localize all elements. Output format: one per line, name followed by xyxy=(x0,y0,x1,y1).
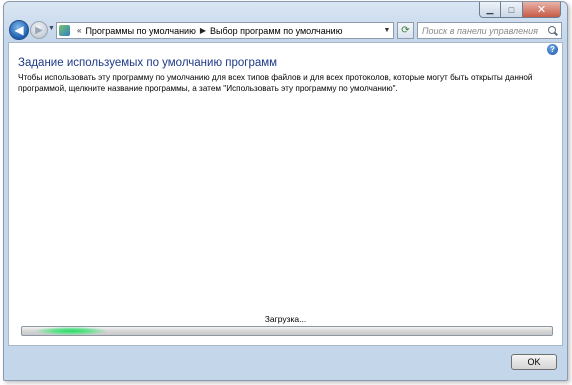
breadcrumb-item-default-programs[interactable]: Программы по умолчанию xyxy=(85,26,195,36)
search-icon[interactable] xyxy=(548,25,558,36)
recent-pages-dropdown[interactable]: ▼ xyxy=(48,25,55,32)
chevron-down-icon: ▼ xyxy=(48,25,55,32)
breadcrumb-item-set-default-programs[interactable]: Выбор программ по умолчанию xyxy=(210,26,342,36)
chevron-down-icon: ▼ xyxy=(383,27,391,34)
address-dropdown-button[interactable]: ▼ xyxy=(381,23,393,38)
caption-buttons: ▁ □ ✕ xyxy=(479,2,561,18)
refresh-icon: ⟳ xyxy=(401,25,410,36)
progress-indicator xyxy=(36,327,106,335)
control-panel-icon xyxy=(59,25,70,36)
navigation-bar: ◀ ▶ ▼ « Программы по умолчанию ▶ Выбор п… xyxy=(8,20,563,42)
maximize-button[interactable]: □ xyxy=(501,2,523,18)
content-pane: ? Задание используемых по умолчанию прог… xyxy=(8,42,563,346)
loading-label: Загрузка... xyxy=(264,314,307,324)
refresh-button[interactable]: ⟳ xyxy=(397,22,414,39)
breadcrumb-overflow[interactable]: « xyxy=(77,26,81,35)
arrow-right-icon: ▶ xyxy=(35,24,43,36)
progress-bar xyxy=(21,326,553,336)
page-description: Чтобы использовать эту программу по умол… xyxy=(18,73,533,93)
search-placeholder: Поиск в панели управления xyxy=(422,25,538,36)
page-title: Задание используемых по умолчанию програ… xyxy=(18,57,278,69)
control-panel-window: ▁ □ ✕ ◀ ▶ ▼ « Программы по умолчанию ▶ В… xyxy=(3,1,568,381)
breadcrumb-separator[interactable]: ▶ xyxy=(200,26,206,35)
dialog-footer: OK xyxy=(8,346,563,378)
search-input[interactable]: Поиск в панели управления xyxy=(417,22,562,39)
back-button[interactable]: ◀ xyxy=(9,20,29,40)
arrow-left-icon: ◀ xyxy=(14,23,24,37)
forward-button[interactable]: ▶ xyxy=(30,21,48,39)
help-icon[interactable]: ? xyxy=(547,44,558,55)
minimize-button[interactable]: ▁ xyxy=(479,2,501,18)
ok-button[interactable]: OK xyxy=(511,354,557,370)
close-button[interactable]: ✕ xyxy=(523,2,561,18)
address-bar[interactable]: « Программы по умолчанию ▶ Выбор програм… xyxy=(56,22,394,39)
